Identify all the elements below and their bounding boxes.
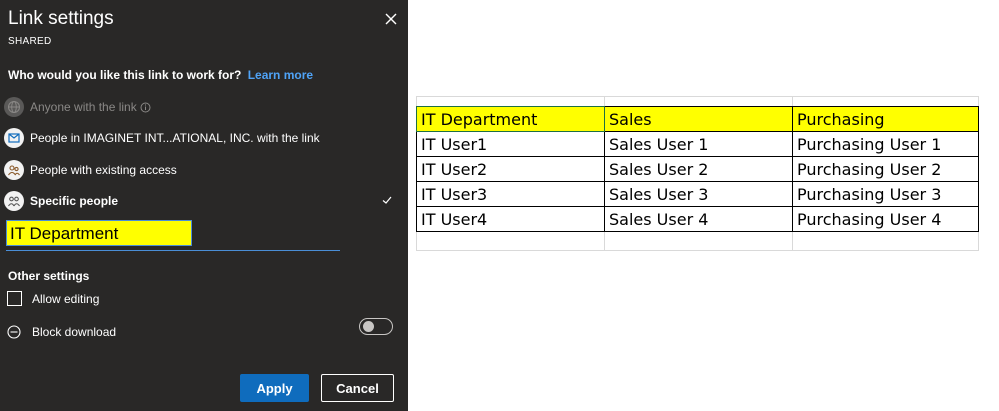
option-specific-people[interactable]: Specific people: [4, 190, 399, 212]
option-label: People with existing access: [30, 163, 177, 177]
table-cell[interactable]: Purchasing User 3: [792, 181, 979, 207]
audience-question-text: Who would you like this link to work for…: [8, 68, 242, 82]
table-row: IT User1 Sales User 1 Purchasing User 1: [416, 131, 979, 157]
apply-button[interactable]: Apply: [240, 374, 309, 402]
table-row: IT User2 Sales User 2 Purchasing User 2: [416, 156, 979, 182]
table-cell[interactable]: IT User4: [416, 206, 605, 232]
table-cell[interactable]: Sales User 2: [604, 156, 793, 182]
option-anyone-with-link[interactable]: Anyone with the link: [4, 96, 399, 118]
table-cell[interactable]: Purchasing User 1: [792, 131, 979, 157]
table-cell[interactable]: Sales User 1: [604, 131, 793, 157]
option-label: Anyone with the link: [30, 100, 137, 114]
header-cell[interactable]: IT Department: [416, 106, 605, 132]
table-row: IT User3 Sales User 3 Purchasing User 3: [416, 181, 979, 207]
header-cell[interactable]: Purchasing: [792, 106, 979, 132]
block-download-toggle[interactable]: [359, 318, 393, 335]
globe-icon: [4, 97, 24, 117]
close-icon[interactable]: [382, 10, 400, 28]
audience-question: Who would you like this link to work for…: [8, 68, 313, 82]
link-settings-panel: Link settings SHARED Who would you like …: [0, 0, 408, 411]
table-cell[interactable]: IT User3: [416, 181, 605, 207]
block-download-row: Block download: [7, 325, 116, 339]
option-label: People in IMAGINET INT...ATIONAL, INC. w…: [30, 131, 320, 145]
block-download-label: Block download: [32, 325, 117, 339]
table-row: IT User4 Sales User 4 Purchasing User 4: [416, 206, 979, 232]
people-group-icon: [4, 191, 24, 211]
allow-editing-label: Allow editing: [32, 291, 100, 306]
cancel-button[interactable]: Cancel: [321, 374, 394, 402]
option-label: Specific people: [30, 194, 119, 208]
table-cell[interactable]: IT User1: [416, 131, 605, 157]
table-header-row: IT Department Sales Purchasing: [416, 106, 979, 132]
info-icon: [140, 102, 151, 113]
other-settings-heading: Other settings: [8, 269, 90, 283]
toggle-knob: [363, 321, 374, 332]
allow-editing-row: Allow editing: [7, 291, 99, 306]
building-icon: [4, 128, 24, 148]
recipient-input[interactable]: IT Department: [6, 220, 340, 251]
spreadsheet-table: IT Department Sales Purchasing IT User1 …: [416, 106, 979, 232]
checkmark-icon: [382, 196, 392, 204]
table-cell[interactable]: Sales User 4: [604, 206, 793, 232]
recipient-tag[interactable]: IT Department: [6, 220, 192, 246]
table-cell[interactable]: Purchasing User 4: [792, 206, 979, 232]
learn-more-link[interactable]: Learn more: [248, 68, 313, 82]
panel-title: Link settings: [8, 8, 114, 29]
table-cell[interactable]: Sales User 3: [604, 181, 793, 207]
option-existing-access[interactable]: People with existing access: [4, 159, 399, 181]
people-icon: [4, 160, 24, 180]
panel-subtitle: SHARED: [8, 36, 52, 47]
table-cell[interactable]: Purchasing User 2: [792, 156, 979, 182]
header-cell[interactable]: Sales: [604, 106, 793, 132]
block-icon: [7, 325, 21, 339]
table-cell[interactable]: IT User2: [416, 156, 605, 182]
allow-editing-checkbox[interactable]: [7, 291, 22, 306]
option-organization[interactable]: People in IMAGINET INT...ATIONAL, INC. w…: [4, 127, 399, 149]
